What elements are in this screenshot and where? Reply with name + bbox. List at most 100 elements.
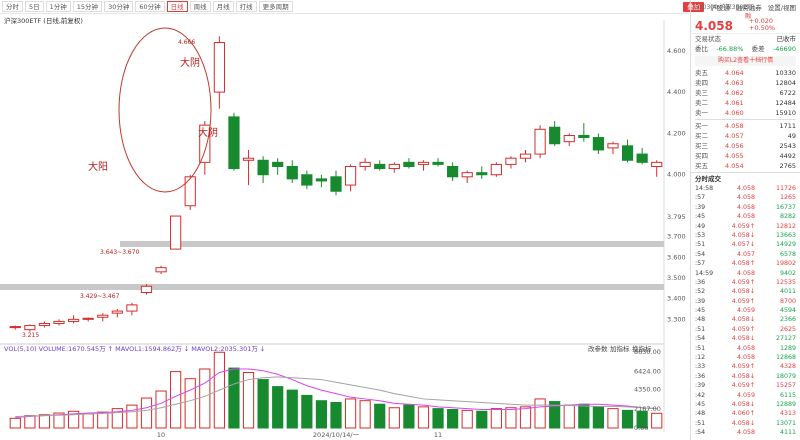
book-level: 卖二: [695, 99, 708, 107]
volume-bar: [490, 408, 502, 429]
trade-price: 4.058↓: [731, 316, 755, 324]
volume-bar: [9, 417, 21, 429]
trade-time: :42: [695, 391, 706, 399]
trade-row: :45 4.058↓ 12889: [695, 400, 796, 409]
book-price: 4.061: [725, 99, 744, 107]
trade-volume: 19802: [775, 260, 796, 268]
candle-body: [53, 320, 65, 324]
order-book-row: 卖四 4.063 12804: [695, 78, 796, 88]
trade-time: :51: [695, 419, 706, 427]
low-price-label: 3.215: [22, 332, 39, 339]
trade-time: 14:59: [695, 269, 714, 277]
trade-row: :36 4.058↓ 18079: [695, 372, 796, 381]
book-price: 4.062: [725, 89, 744, 97]
app-window: 分时 5日 1分钟 15分钟 30分钟 60分钟 日线 周线 月线 打线 更多周期 叠加 沪股通 融…: [0, 0, 800, 440]
quote-sidebar: 510300 沪深300ETF 融 4.058 +0.020 +0.50% 交易…: [690, 0, 800, 440]
trade-time: :53: [695, 231, 706, 239]
order-book-row: 买一 4.058 1711: [695, 121, 796, 131]
candle-body: [549, 126, 561, 145]
trade-row: :49 4.059↑ 12812: [695, 222, 796, 231]
trade-time: :12: [695, 354, 706, 362]
price-tick: 3.700: [667, 233, 686, 241]
candle-body: [286, 165, 298, 180]
trade-volume: 27127: [775, 335, 796, 343]
trade-time: :36: [695, 372, 706, 380]
book-price: 4.060: [725, 109, 744, 117]
volume-bar: [184, 378, 196, 429]
candle-body: [359, 161, 371, 167]
trade-status-row: 交易状态 已收市: [691, 34, 800, 44]
volume-tick: 6424.00: [634, 367, 661, 375]
volume-bar: [228, 367, 240, 429]
trade-volume: 4328: [779, 363, 796, 371]
trade-row: :57 4.058↑ 19802: [695, 259, 796, 268]
trade-row: :12 4.058 12868: [695, 353, 796, 362]
trade-price: 4.058: [736, 213, 755, 221]
trade-row: :48 4.060↑ 4313: [695, 409, 796, 418]
volume-tick: 0.00: [634, 424, 648, 432]
book-volume: 12804: [775, 79, 796, 87]
candle-body: [403, 161, 415, 167]
trade-price: 4.058↓: [731, 288, 755, 296]
candle-body: [447, 165, 459, 178]
volume-bar: [38, 414, 51, 429]
book-price: 4.058: [725, 122, 744, 130]
candle-body: [461, 172, 473, 178]
candle-body: [140, 285, 153, 293]
change-percent: +0.50%: [749, 24, 776, 32]
volume-bar: [461, 409, 473, 429]
volume-bar: [388, 407, 400, 429]
order-book-row: 买二 4.057 49: [695, 131, 796, 141]
volume-bar: [315, 400, 328, 429]
trade-status-value: 已收市: [776, 35, 797, 43]
trade-price: 4.059↑: [731, 363, 755, 371]
volume-bar: [330, 401, 342, 429]
last-price: 4.058: [695, 19, 733, 33]
volume-bar: [24, 415, 36, 429]
kline-chart[interactable]: 4.600 4.400 4.200 4.000 3.795 3.700 3.600 3.500…: [0, 0, 690, 440]
trade-time: :39: [695, 203, 706, 211]
book-price: 4.063: [725, 79, 744, 87]
trade-volume: 9402: [779, 269, 796, 277]
trade-volume: 4313: [779, 410, 796, 418]
trade-price: 4.058↓: [731, 419, 755, 427]
price-tick: 3.500: [667, 274, 686, 282]
volume-bar: [344, 398, 357, 429]
volume-tool-2[interactable]: 换指标: [632, 344, 652, 353]
trade-row: :39 4.058 16737: [695, 203, 796, 212]
ratio-label: 委比: [695, 45, 708, 53]
order-book-row: 卖五 4.064 10330: [695, 68, 796, 78]
trade-time: :33: [695, 363, 706, 371]
trade-row: :53 4.058↓ 13663: [695, 231, 796, 240]
volume-bar: [651, 412, 663, 429]
candle-body: [38, 322, 51, 327]
candle-body: [184, 176, 196, 207]
volume-bar: [432, 408, 444, 429]
candle-body: [170, 215, 182, 250]
candle-body: [578, 134, 590, 139]
trade-volume: 12535: [775, 278, 796, 286]
book-volume: 10330: [775, 69, 796, 77]
trade-volume: 1265: [779, 194, 796, 202]
level2-link[interactable]: 购买L2查看十档行情: [695, 56, 796, 66]
order-book: 卖五 4.064 10330 卖四 4.063 12804 卖三 4.062 6722 卖二 4.0…: [691, 68, 800, 171]
trade-volume: 6115: [779, 391, 796, 399]
volume-tool-1[interactable]: 加指标: [610, 344, 630, 353]
candle-body: [126, 304, 138, 312]
price-tick: 3.600: [667, 253, 686, 261]
trade-price: 4.059↑: [731, 222, 755, 230]
quote-header: 510300 沪深300ETF 融 4.058 +0.020 +0.50%: [691, 0, 800, 34]
trade-price: 4.059↑: [731, 382, 755, 390]
trade-volume: 15257: [775, 382, 796, 390]
trade-volume: 6578: [779, 250, 796, 258]
trade-time: :51: [695, 325, 706, 333]
trade-time: :57: [695, 194, 706, 202]
trade-row: :45 4.058 8282: [695, 212, 796, 221]
volume-tool-0[interactable]: 改参数: [588, 344, 608, 353]
trade-volume: 8700: [779, 297, 796, 305]
trade-list[interactable]: 14:58 4.058 11726:57 4.058 1265:39 4.058 16737…: [691, 184, 800, 438]
trade-volume: 2625: [779, 325, 796, 333]
diff-label: 委差: [751, 45, 765, 53]
candle-body: [432, 161, 444, 165]
book-volume: 1711: [779, 122, 796, 130]
